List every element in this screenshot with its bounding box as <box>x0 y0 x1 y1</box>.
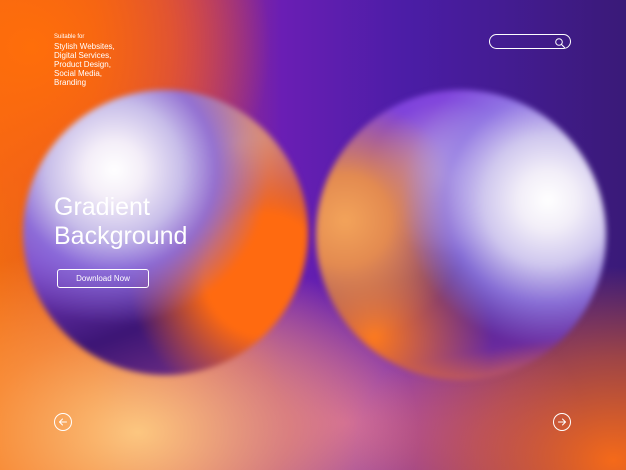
search-icon[interactable] <box>554 36 566 49</box>
arrow-right-icon <box>558 418 566 426</box>
previous-button[interactable] <box>54 413 72 431</box>
suitable-for-block: Suitable for Stylish Websites, Digital S… <box>54 33 115 87</box>
download-now-button[interactable]: Download Now <box>57 269 149 288</box>
suitable-for-item: Stylish Websites, <box>54 42 115 51</box>
search-input[interactable] <box>489 34 571 49</box>
suitable-for-item: Branding <box>54 78 87 87</box>
arrow-left-icon <box>59 418 67 426</box>
hero-title: Gradient Background <box>54 193 187 251</box>
suitable-for-item: Social Media, <box>54 69 103 78</box>
hero-title-line1: Gradient <box>54 193 150 221</box>
hero-title-line2: Background <box>54 222 188 250</box>
suitable-for-item: Product Design, <box>54 60 111 69</box>
right-gradient-sphere <box>316 90 606 380</box>
next-button[interactable] <box>553 413 571 431</box>
suitable-for-label: Suitable for <box>54 34 85 40</box>
suitable-for-item: Digital Services, <box>54 51 112 60</box>
